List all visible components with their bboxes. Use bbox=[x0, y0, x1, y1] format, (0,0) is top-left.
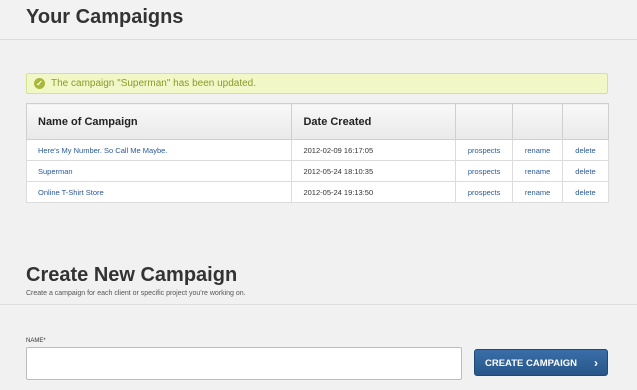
rename-link[interactable]: rename bbox=[512, 181, 564, 203]
date-created: 2012-05-24 19:13:50 bbox=[291, 181, 457, 203]
delete-link[interactable]: delete bbox=[562, 181, 609, 203]
column-header-delete bbox=[562, 103, 609, 140]
table-header-row: Name of Campaign Date Created bbox=[25, 103, 609, 140]
success-banner: ✓ The campaign "Superman" has been updat… bbox=[26, 73, 608, 94]
campaign-name-link[interactable]: Superman bbox=[25, 160, 293, 182]
column-header-rename bbox=[512, 103, 564, 140]
name-field-label: NAME* bbox=[26, 338, 46, 344]
section-divider bbox=[0, 304, 637, 305]
create-campaign-button-label: CREATE CAMPAIGN bbox=[485, 358, 578, 369]
prospects-link[interactable]: prospects bbox=[455, 181, 514, 203]
campaign-name-link[interactable]: Here's My Number. So Call Me Maybe. bbox=[25, 139, 293, 161]
date-created: 2012-05-24 18:10:35 bbox=[291, 160, 457, 182]
column-header-date: Date Created bbox=[291, 103, 457, 140]
table-row: Here's My Number. So Call Me Maybe. 2012… bbox=[25, 139, 609, 161]
column-header-prospects bbox=[455, 103, 514, 140]
create-section-subtitle: Create a campaign for each client or spe… bbox=[26, 290, 246, 297]
campaign-name-link[interactable]: Online T-Shirt Store bbox=[25, 181, 293, 203]
prospects-link[interactable]: prospects bbox=[455, 160, 514, 182]
page-title: Your Campaigns bbox=[26, 6, 184, 28]
table-row: Online T-Shirt Store 2012-05-24 19:13:50… bbox=[25, 181, 609, 203]
column-header-name: Name of Campaign bbox=[25, 103, 293, 140]
page-header: Your Campaigns bbox=[0, 0, 637, 40]
delete-link[interactable]: delete bbox=[562, 160, 609, 182]
rename-link[interactable]: rename bbox=[512, 139, 564, 161]
campaigns-table: Name of Campaign Date Created Here's My … bbox=[25, 103, 609, 203]
rename-link[interactable]: rename bbox=[512, 160, 564, 182]
create-campaign-button[interactable]: CREATE CAMPAIGN › bbox=[474, 349, 608, 376]
chevron-right-icon: › bbox=[594, 356, 598, 370]
delete-link[interactable]: delete bbox=[562, 139, 609, 161]
check-circle-icon: ✓ bbox=[34, 78, 45, 89]
banner-message: The campaign "Superman" has been updated… bbox=[51, 78, 257, 89]
campaign-name-input[interactable] bbox=[26, 347, 462, 380]
date-created: 2012-02-09 16:17:05 bbox=[291, 139, 457, 161]
prospects-link[interactable]: prospects bbox=[455, 139, 514, 161]
table-row: Superman 2012-05-24 18:10:35 prospects r… bbox=[25, 160, 609, 182]
create-section-title: Create New Campaign bbox=[26, 264, 238, 286]
